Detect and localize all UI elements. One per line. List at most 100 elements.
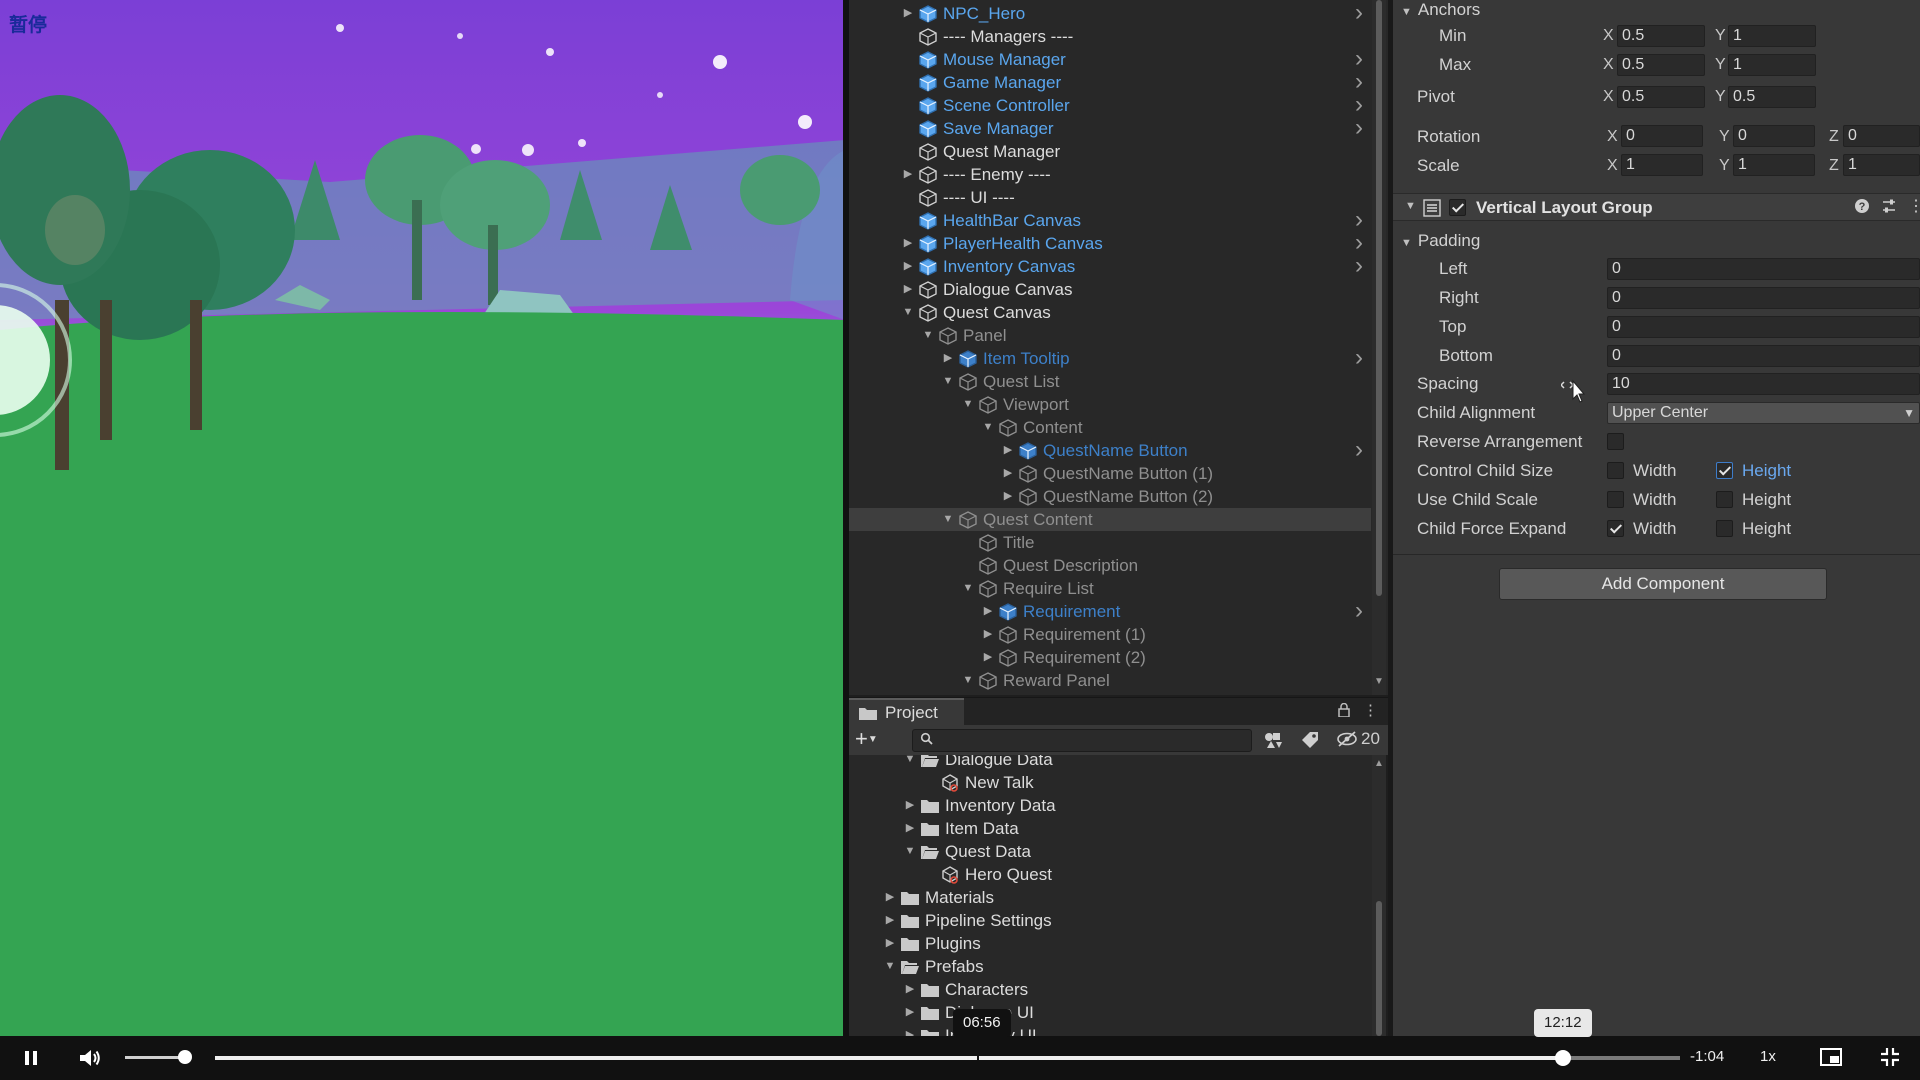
child-alignment-dropdown[interactable]: Upper Center ▼ bbox=[1607, 402, 1920, 424]
hierarchy-row[interactable]: ▼ Content bbox=[849, 416, 1371, 439]
hierarchy-row[interactable]: HealthBar Canvas › bbox=[849, 208, 1371, 232]
hierarchy-row[interactable]: ---- UI ---- bbox=[849, 186, 1371, 209]
vertical-layout-group-header[interactable]: ▼ Vertical Layout Group ? ⋮ bbox=[1393, 193, 1920, 221]
project-row[interactable]: Hero Quest bbox=[849, 863, 1372, 886]
foldout-right-icon[interactable]: ▶ bbox=[1001, 439, 1015, 462]
lock-icon[interactable] bbox=[1338, 702, 1350, 720]
progress-bar[interactable] bbox=[215, 1050, 1680, 1066]
open-prefab-chevron-icon[interactable]: › bbox=[1355, 1, 1363, 25]
project-tree[interactable]: ▼ Dialogue Data New Talk ▶ Inventory Data ▶ It… bbox=[849, 755, 1372, 1036]
hierarchy-row[interactable]: Save Manager › bbox=[849, 116, 1371, 140]
foldout-right-icon[interactable]: ▶ bbox=[901, 278, 915, 301]
hierarchy-row[interactable]: ▼ Panel bbox=[849, 324, 1371, 347]
padding-bottom-field[interactable]: 0 bbox=[1607, 345, 1920, 367]
create-asset-button[interactable]: +▼ bbox=[855, 728, 893, 752]
use-child-scale-height-checkbox[interactable] bbox=[1716, 491, 1733, 508]
project-row[interactable]: ▼ Prefabs bbox=[849, 955, 1372, 978]
pivot-x-field[interactable]: 0.5 bbox=[1617, 86, 1705, 108]
spacing-field[interactable]: 10 bbox=[1607, 373, 1920, 395]
foldout-down-icon[interactable]: ▼ bbox=[903, 840, 917, 863]
scale-x-field[interactable]: 1 bbox=[1621, 154, 1703, 176]
project-row[interactable]: ▶ Inventory Data bbox=[849, 794, 1372, 817]
foldout-right-icon[interactable]: ▶ bbox=[903, 1001, 917, 1024]
hierarchy-row[interactable]: ▶ Inventory Canvas › bbox=[849, 254, 1371, 278]
volume-icon[interactable] bbox=[78, 1047, 102, 1069]
progress-knob[interactable] bbox=[1554, 1050, 1571, 1066]
project-row[interactable]: ▶ Plugins bbox=[849, 932, 1372, 955]
rotation-z-field[interactable]: 0 bbox=[1843, 125, 1920, 147]
control-child-size-width-checkbox[interactable] bbox=[1607, 462, 1624, 479]
foldout-right-icon[interactable]: ▶ bbox=[901, 163, 915, 186]
open-prefab-chevron-icon[interactable]: › bbox=[1355, 231, 1363, 255]
open-prefab-chevron-icon[interactable]: › bbox=[1355, 116, 1363, 140]
foldout-right-icon[interactable]: ▶ bbox=[903, 1024, 917, 1036]
game-view[interactable]: 暂停 bbox=[0, 0, 845, 1036]
open-prefab-chevron-icon[interactable]: › bbox=[1355, 93, 1363, 117]
anchors-foldout[interactable]: ▼ Anchors bbox=[1401, 0, 1480, 20]
hierarchy-row[interactable]: Mouse Manager › bbox=[849, 47, 1371, 71]
foldout-down-icon[interactable]: ▼ bbox=[961, 577, 975, 600]
hierarchy-row[interactable]: ▶ QuestName Button (2) bbox=[849, 485, 1371, 508]
foldout-right-icon[interactable]: ▶ bbox=[981, 600, 995, 623]
hierarchy-row[interactable]: Title bbox=[849, 531, 1371, 554]
hidden-packages-toggle[interactable]: 20 bbox=[1336, 729, 1380, 749]
project-scrollbar[interactable]: ▲ bbox=[1372, 755, 1386, 1036]
foldout-right-icon[interactable]: ▶ bbox=[941, 347, 955, 370]
playback-speed-button[interactable]: 1x bbox=[1760, 1048, 1776, 1065]
foldout-right-icon[interactable]: ▶ bbox=[903, 817, 917, 840]
foldout-down-icon[interactable]: ▼ bbox=[901, 301, 915, 324]
foldout-down-icon[interactable]: ▼ bbox=[941, 370, 955, 393]
scale-z-field[interactable]: 1 bbox=[1843, 154, 1920, 176]
hierarchy-row[interactable]: ▼ Quest Canvas bbox=[849, 301, 1371, 324]
hierarchy-row[interactable]: ---- Managers ---- bbox=[849, 25, 1371, 48]
foldout-right-icon[interactable]: ▶ bbox=[883, 909, 897, 932]
exit-fullscreen-icon[interactable] bbox=[1880, 1047, 1900, 1067]
child-force-expand-width-checkbox[interactable] bbox=[1607, 520, 1624, 537]
help-icon[interactable]: ? bbox=[1854, 198, 1870, 219]
scroll-down-arrow-icon[interactable]: ▼ bbox=[1372, 676, 1386, 687]
hierarchy-row[interactable]: ▶ Requirement (1) bbox=[849, 623, 1371, 646]
hierarchy-row[interactable]: Quest Description bbox=[849, 554, 1371, 577]
use-child-scale-width-checkbox[interactable] bbox=[1607, 491, 1624, 508]
foldout-down-icon[interactable]: ▼ bbox=[1405, 200, 1416, 212]
foldout-right-icon[interactable]: ▶ bbox=[883, 886, 897, 909]
project-row[interactable]: ▶ Pipeline Settings bbox=[849, 909, 1372, 932]
open-prefab-chevron-icon[interactable]: › bbox=[1355, 47, 1363, 71]
child-force-expand-height-checkbox[interactable] bbox=[1716, 520, 1733, 537]
volume-knob[interactable] bbox=[177, 1050, 192, 1064]
tab-project[interactable]: Project bbox=[849, 698, 964, 726]
add-component-button[interactable]: Add Component bbox=[1499, 568, 1827, 600]
hierarchy-row[interactable]: ▼ Require List bbox=[849, 577, 1371, 600]
project-row[interactable]: ▶ Materials bbox=[849, 886, 1372, 909]
padding-top-field[interactable]: 0 bbox=[1607, 316, 1920, 338]
open-prefab-chevron-icon[interactable]: › bbox=[1355, 70, 1363, 94]
foldout-right-icon[interactable]: ▶ bbox=[883, 932, 897, 955]
rotation-y-field[interactable]: 0 bbox=[1733, 125, 1815, 147]
spacing-label[interactable]: Spacing bbox=[1417, 374, 1478, 394]
project-row[interactable]: ▶ Item Data bbox=[849, 817, 1372, 840]
reverse-arrangement-checkbox[interactable] bbox=[1607, 433, 1624, 450]
foldout-right-icon[interactable]: ▶ bbox=[903, 794, 917, 817]
padding-foldout[interactable]: ▼ Padding bbox=[1401, 231, 1480, 251]
foldout-right-icon[interactable]: ▶ bbox=[1001, 462, 1015, 485]
anchors-min-x-field[interactable]: 0.5 bbox=[1617, 25, 1705, 47]
open-prefab-chevron-icon[interactable]: › bbox=[1355, 599, 1363, 623]
hierarchy-scroll-thumb[interactable] bbox=[1376, 0, 1382, 596]
filter-by-label-icon[interactable] bbox=[1299, 729, 1321, 751]
hierarchy-row[interactable]: ▶ ---- Enemy ---- bbox=[849, 163, 1371, 186]
open-prefab-chevron-icon[interactable]: › bbox=[1355, 254, 1363, 278]
foldout-down-icon[interactable]: ▼ bbox=[903, 755, 917, 771]
anchors-max-y-field[interactable]: 1 bbox=[1728, 54, 1816, 76]
anchors-max-x-field[interactable]: 0.5 bbox=[1617, 54, 1705, 76]
hierarchy-row[interactable]: Game Manager › bbox=[849, 70, 1371, 94]
padding-left-field[interactable]: 0 bbox=[1607, 258, 1920, 280]
hierarchy-row[interactable]: ▶ NPC_Hero › bbox=[849, 1, 1371, 25]
filter-by-type-icon[interactable] bbox=[1262, 729, 1284, 751]
scale-y-field[interactable]: 1 bbox=[1733, 154, 1815, 176]
open-prefab-chevron-icon[interactable]: › bbox=[1355, 346, 1363, 370]
anchors-min-y-field[interactable]: 1 bbox=[1728, 25, 1816, 47]
foldout-down-icon[interactable]: ▼ bbox=[961, 393, 975, 416]
scroll-up-arrow-icon[interactable]: ▲ bbox=[1372, 758, 1386, 769]
hierarchy-row[interactable]: ▶ QuestName Button › bbox=[849, 438, 1371, 462]
project-search-input[interactable] bbox=[912, 729, 1252, 752]
